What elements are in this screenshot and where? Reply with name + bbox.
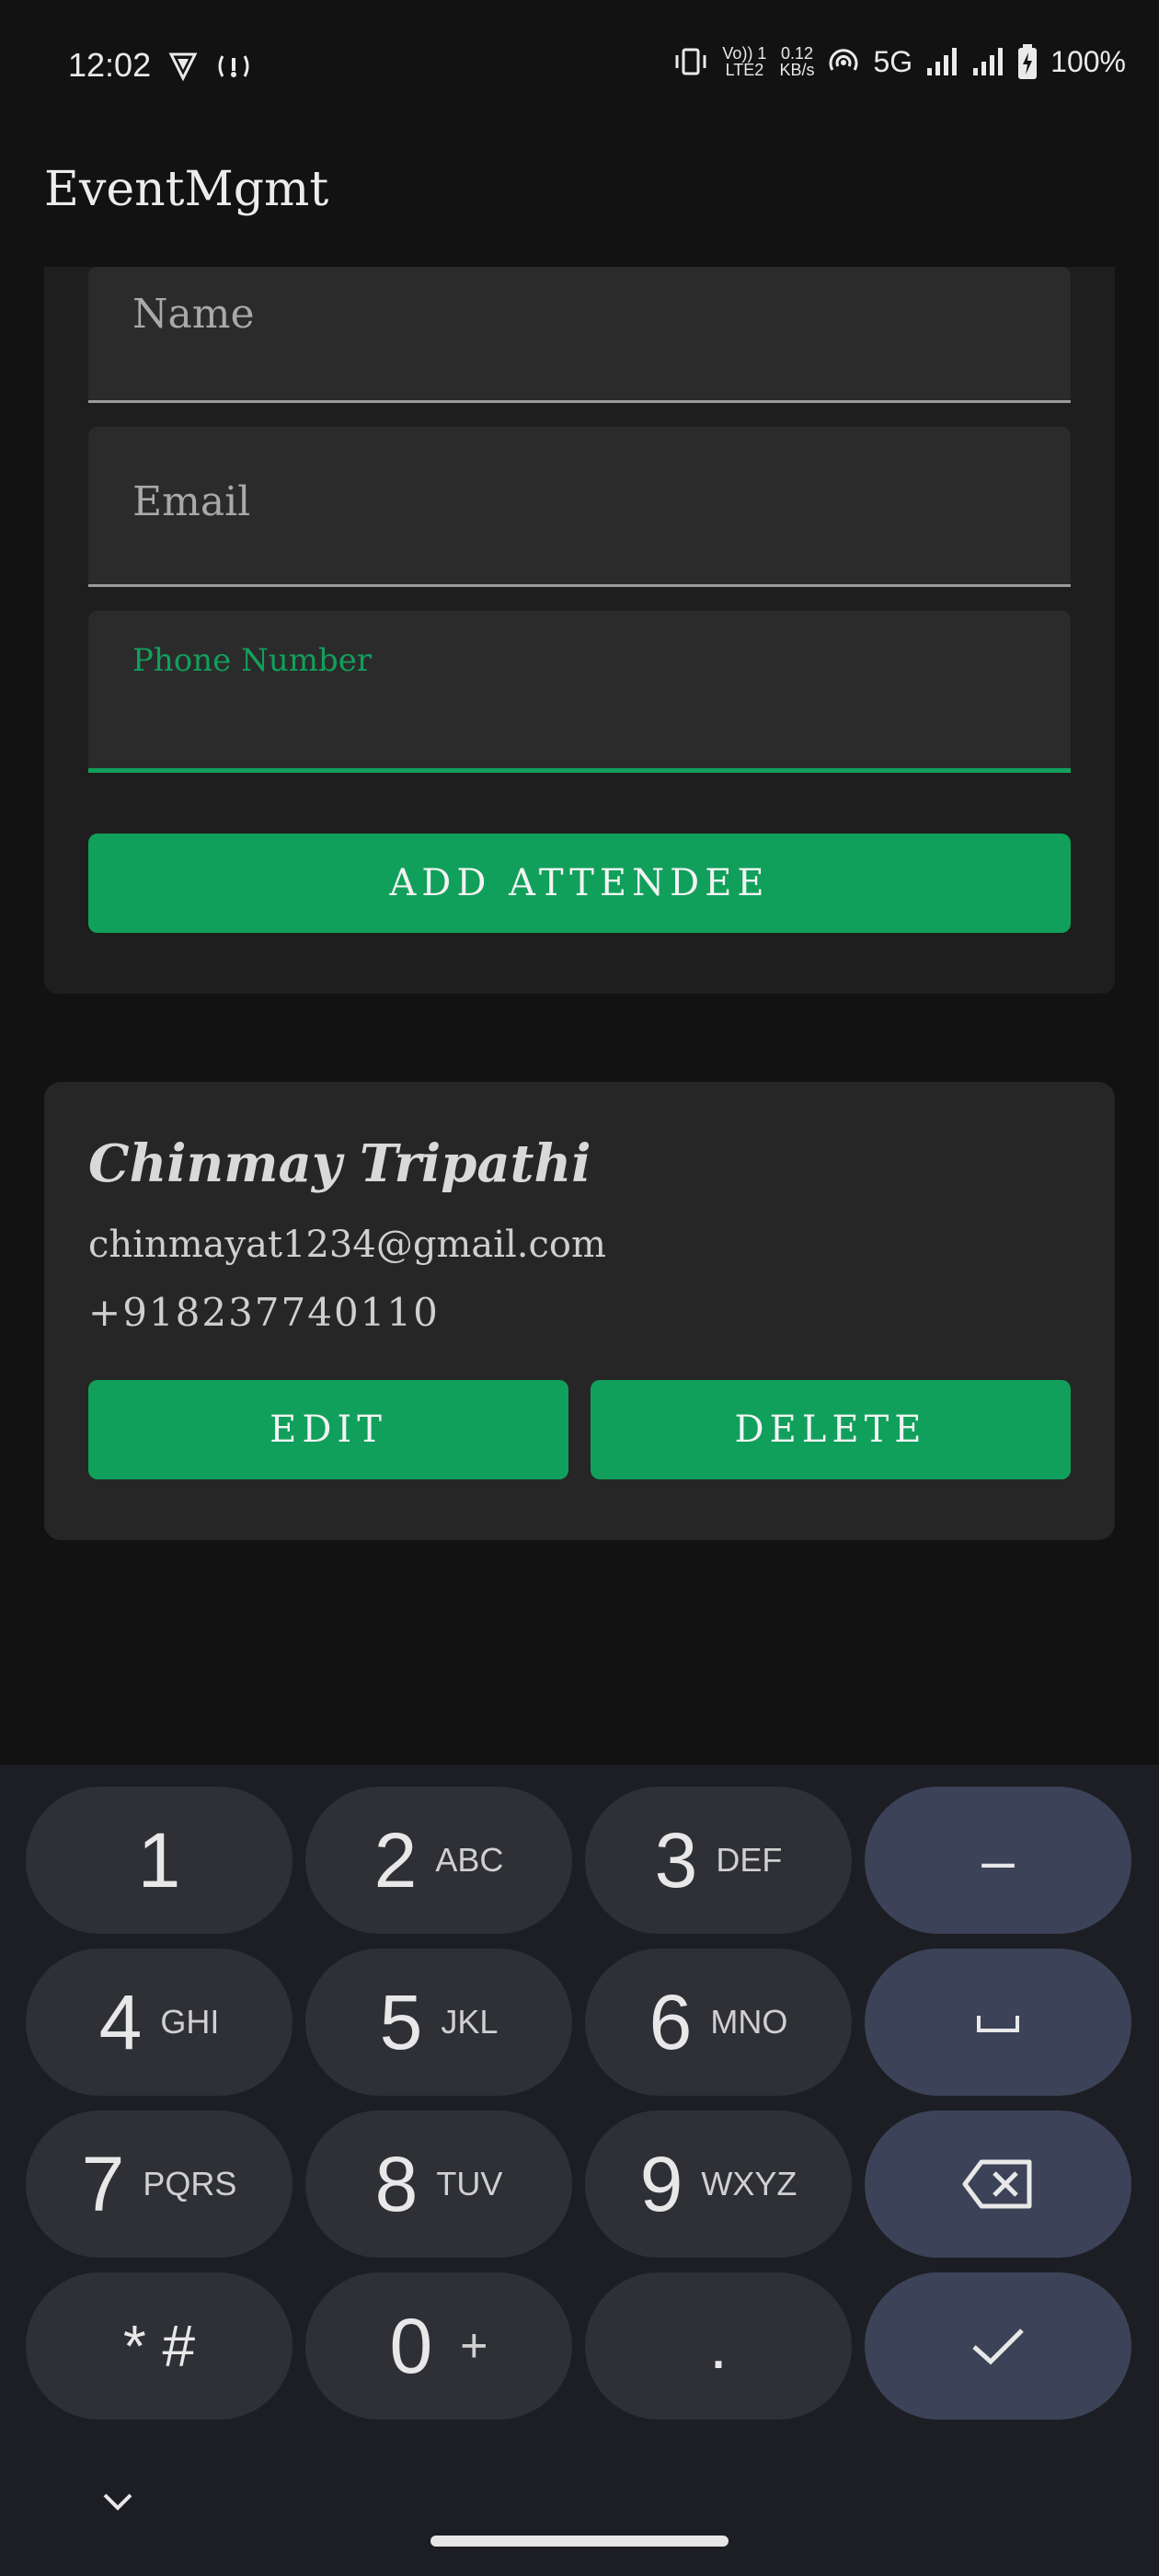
- hotspot-icon: [830, 49, 858, 71]
- signal-bars-icon: [927, 48, 958, 75]
- key-4[interactable]: 4 GHI: [26, 1949, 293, 2096]
- hotspot-signal-icon: [218, 55, 249, 77]
- speed-value: 0.12: [780, 44, 813, 63]
- phone-number-field[interactable]: Phone Number: [88, 611, 1071, 773]
- speed-unit: KB/s: [779, 61, 815, 79]
- key-7[interactable]: 7 PQRS: [26, 2110, 293, 2258]
- backspace-icon: [962, 2159, 1032, 2209]
- key-4-digit: 4: [98, 1978, 143, 2065]
- vibrate-icon: [675, 48, 706, 75]
- attendee-name: Chinmay Tripathi: [88, 1133, 591, 1194]
- home-gesture-bar[interactable]: [430, 2536, 729, 2547]
- status-left-icons: [167, 50, 252, 83]
- key-8-digit: 8: [374, 2140, 419, 2227]
- network-speed: 0.12 KB/s: [779, 45, 814, 78]
- key-star-hash[interactable]: * #: [26, 2272, 293, 2420]
- key-7-digit: 7: [81, 2140, 125, 2227]
- attendee-email: chinmayat1234@gmail.com: [88, 1224, 606, 1266]
- key-9[interactable]: 9 WXYZ: [585, 2110, 852, 2258]
- key-period[interactable]: .: [585, 2272, 852, 2420]
- key-8[interactable]: 8 TUV: [305, 2110, 572, 2258]
- key-8-letters: TUV: [436, 2165, 503, 2202]
- key-9-letters: WXYZ: [701, 2165, 798, 2202]
- key-3-digit: 3: [654, 1816, 698, 1903]
- key-space[interactable]: [865, 1949, 1131, 2096]
- key-1-digit: 1: [137, 1816, 181, 1903]
- network-type: 5G: [873, 44, 913, 78]
- key-3[interactable]: 3 DEF: [585, 1787, 852, 1934]
- battery-charging-icon: [1018, 44, 1038, 79]
- key-6[interactable]: 6 MNO: [585, 1949, 852, 2096]
- key-5-letters: JKL: [441, 2003, 499, 2041]
- name-field[interactable]: Name: [88, 267, 1071, 403]
- key-6-digit: 6: [648, 1978, 693, 2065]
- volte-top: Vo)) 1: [722, 44, 767, 63]
- key-0-digit: 0: [389, 2302, 433, 2389]
- key-1[interactable]: 1: [26, 1787, 293, 1934]
- volte-indicator: Vo)) 1 LTE2: [722, 45, 766, 78]
- status-right-icons: Vo)) 1 LTE2 0.12 KB/s 5G 100%: [672, 44, 1126, 79]
- minus-glyph: –: [981, 1827, 1015, 1893]
- attendee-phone: +918237740110: [88, 1290, 440, 1335]
- add-attendee-button[interactable]: ADD ATTENDEE: [88, 834, 1071, 933]
- delete-button[interactable]: DELETE: [591, 1380, 1071, 1479]
- app-title: EventMgmt: [44, 162, 329, 217]
- key-6-letters: MNO: [710, 2003, 788, 2041]
- volte-bottom: LTE2: [725, 61, 764, 79]
- phone-field-label: Phone Number: [132, 642, 373, 679]
- vpn-shield-icon: [168, 52, 198, 82]
- edit-button[interactable]: EDIT: [88, 1380, 568, 1479]
- key-backspace[interactable]: [865, 2110, 1131, 2258]
- hide-keyboard-icon[interactable]: [101, 2490, 134, 2513]
- key-5[interactable]: 5 JKL: [305, 1949, 572, 2096]
- key-2[interactable]: 2 ABC: [305, 1787, 572, 1934]
- key-2-letters: ABC: [435, 1841, 504, 1879]
- email-field-label: Email: [132, 478, 251, 525]
- key-7-letters: PQRS: [143, 2165, 237, 2202]
- key-0[interactable]: 0 +: [305, 2272, 572, 2420]
- signal-bars-2-icon: [973, 48, 1004, 75]
- phone-field-underline: [88, 768, 1071, 773]
- key-9-digit: 9: [639, 2140, 683, 2227]
- name-field-underline: [88, 400, 1071, 403]
- battery-percent: 100%: [1050, 44, 1126, 78]
- key-4-letters: GHI: [160, 2003, 220, 2041]
- key-5-digit: 5: [379, 1978, 423, 2065]
- name-field-label: Name: [132, 291, 255, 338]
- email-field-underline: [88, 584, 1071, 587]
- key-2-digit: 2: [373, 1816, 418, 1903]
- key-3-letters: DEF: [716, 1841, 783, 1879]
- key-done[interactable]: [865, 2272, 1131, 2420]
- email-field[interactable]: Email: [88, 427, 1071, 587]
- key-minus[interactable]: –: [865, 1787, 1131, 1934]
- star-hash-glyph: * #: [122, 2313, 196, 2379]
- check-icon: [972, 2329, 1024, 2365]
- space-icon: [977, 2016, 1019, 2032]
- key-0-plus: +: [460, 2319, 488, 2373]
- period-glyph: .: [708, 2309, 728, 2383]
- status-time: 12:02: [68, 46, 152, 84]
